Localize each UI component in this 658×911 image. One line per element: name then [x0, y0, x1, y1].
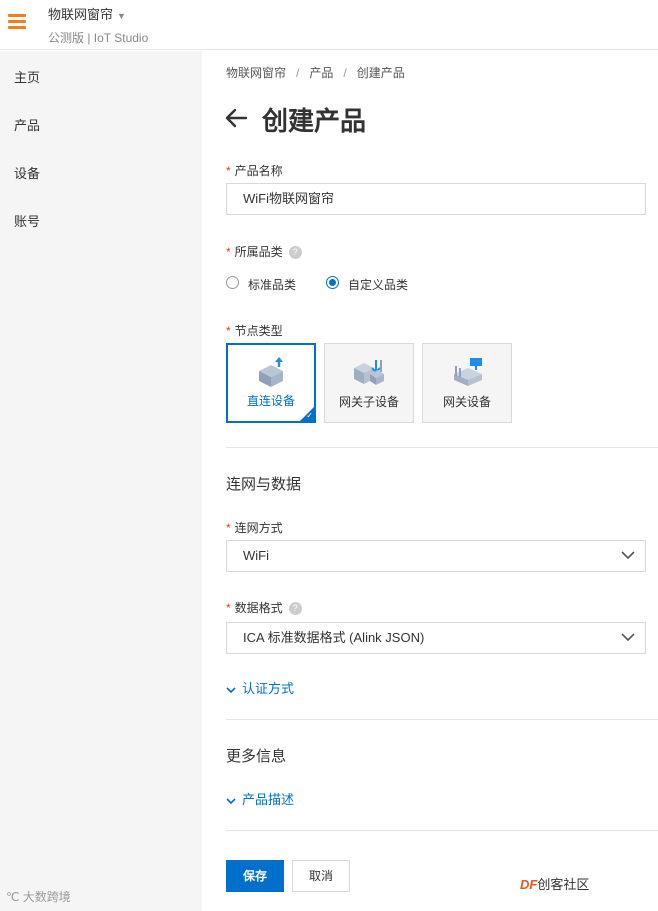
connection-select-value: WiFi: [243, 548, 269, 563]
radio-standard-category[interactable]: [226, 276, 239, 289]
sidebar-item-products[interactable]: 产品: [14, 115, 40, 134]
category-label-text: 所属品类: [234, 245, 283, 259]
check-icon: ✓: [306, 411, 313, 420]
radio-custom-category-label[interactable]: 自定义品类: [348, 276, 408, 293]
app-subtitle: 公测版 | IoT Studio: [48, 31, 149, 45]
connection-select[interactable]: WiFi: [226, 540, 646, 572]
data-format-label-text: 数据格式: [234, 601, 283, 615]
breadcrumb-item-current: 创建产品: [356, 66, 405, 80]
node-type-gateway-subdevice-label: 网关子设备: [338, 395, 399, 409]
required-mark: *: [226, 245, 231, 259]
save-button[interactable]: 保存: [226, 860, 284, 892]
product-name-label-text: 产品名称: [234, 164, 283, 178]
sidebar-item-account[interactable]: 账号: [14, 211, 40, 230]
node-type-gateway-device-label: 网关设备: [442, 395, 491, 409]
main-content: 物联网窗帘 / 产品 / 创建产品 创建产品 * 产品名称 WiFi物联网窗帘 * 所属品类…: [202, 51, 658, 911]
connection-label-text: 连网方式: [234, 521, 283, 535]
gateway-device-icon: [454, 358, 482, 386]
product-description-toggle[interactable]: 产品描述: [226, 789, 294, 808]
data-format-label: * 数据格式?: [226, 599, 302, 616]
watermark-logo: DF: [520, 877, 538, 892]
app-switcher[interactable]: 物联网窗帘 ▼: [48, 4, 126, 23]
chevron-down-icon: [621, 633, 635, 642]
direct-device-icon: [259, 357, 283, 387]
breadcrumb-separator: /: [296, 66, 300, 80]
cancel-button[interactable]: 取消: [292, 860, 350, 892]
sidebar: 主页 产品 设备 账号: [0, 51, 202, 911]
data-format-select[interactable]: ICA 标准数据格式 (Alink JSON): [226, 622, 646, 654]
app-name: 物联网窗帘: [48, 7, 114, 22]
top-bar: 物联网窗帘 ▼ 公测版 | IoT Studio: [0, 0, 658, 50]
help-icon[interactable]: ?: [288, 246, 302, 260]
divider: [226, 830, 658, 831]
required-mark: *: [226, 521, 231, 535]
divider: [226, 719, 658, 720]
watermark-left: ℃ 大数跨境: [6, 890, 71, 904]
required-mark: *: [226, 601, 231, 615]
section-title-network: 连网与数据: [226, 476, 302, 493]
product-name-label: * 产品名称: [226, 162, 283, 179]
menu-icon[interactable]: [8, 14, 26, 30]
auth-method-label: 认证方式: [242, 681, 295, 696]
product-description-label: 产品描述: [242, 792, 295, 807]
required-mark: *: [226, 324, 231, 338]
breadcrumb: 物联网窗帘 / 产品 / 创建产品: [226, 64, 405, 81]
radio-standard-category-label[interactable]: 标准品类: [248, 276, 296, 293]
breadcrumb-item[interactable]: 物联网窗帘: [226, 66, 286, 80]
data-format-select-value: ICA 标准数据格式 (Alink JSON): [243, 630, 425, 645]
chevron-down-icon: [226, 686, 236, 693]
section-title-more-info: 更多信息: [226, 748, 287, 765]
help-icon[interactable]: ?: [288, 602, 302, 616]
chevron-down-icon: [226, 797, 236, 804]
breadcrumb-item[interactable]: 产品: [309, 66, 333, 80]
required-mark: *: [226, 164, 231, 178]
caret-down-icon: ▼: [117, 11, 126, 21]
sidebar-item-devices[interactable]: 设备: [14, 163, 40, 182]
category-label: * 所属品类?: [226, 243, 302, 260]
sidebar-item-home[interactable]: 主页: [14, 67, 40, 86]
node-type-gateway-subdevice[interactable]: 网关子设备: [324, 343, 414, 423]
node-type-label-text: 节点类型: [234, 324, 283, 338]
back-arrow-icon[interactable]: [224, 103, 248, 133]
node-type-gateway-device[interactable]: 网关设备: [422, 343, 512, 423]
node-type-label: * 节点类型: [226, 322, 283, 339]
node-type-direct-device[interactable]: 直连设备 ✓: [226, 343, 316, 423]
product-name-input[interactable]: WiFi物联网窗帘: [226, 183, 646, 215]
connection-label: * 连网方式: [226, 519, 283, 536]
watermark-right: DF创客社区: [520, 874, 589, 893]
auth-method-toggle[interactable]: 认证方式: [226, 678, 294, 697]
page-title: 创建产品: [262, 106, 367, 136]
watermark-text: 创客社区: [537, 877, 590, 892]
radio-custom-category[interactable]: [326, 276, 339, 289]
divider: [226, 447, 658, 448]
chevron-down-icon: [621, 551, 635, 560]
breadcrumb-separator: /: [343, 66, 347, 80]
gateway-subdevice-icon: [354, 360, 384, 385]
